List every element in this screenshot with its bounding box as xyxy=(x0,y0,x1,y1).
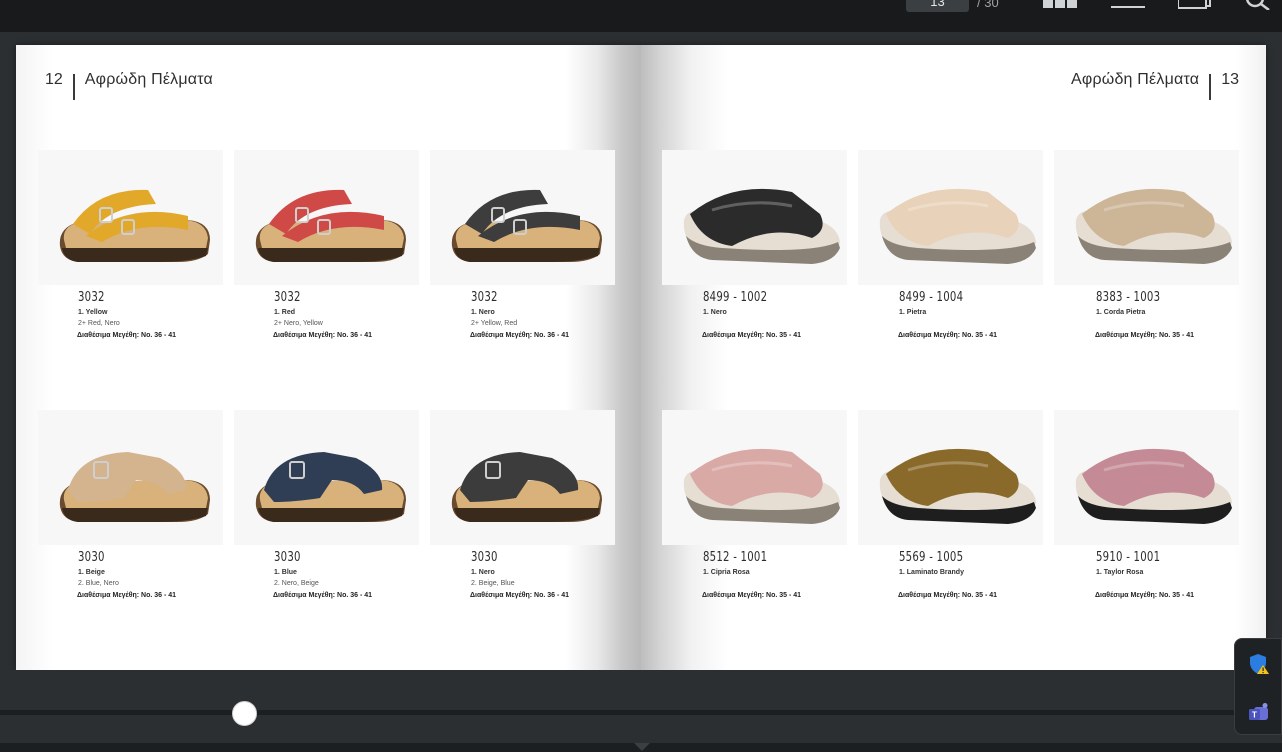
primary-color: 1. Corda Pietra xyxy=(1096,309,1146,316)
available-sizes: Διαθέσιμα Μεγέθη: No. 35 - 41 xyxy=(898,592,998,599)
available-sizes: Διαθέσιμα Μεγέθη: No. 35 - 41 xyxy=(898,332,998,339)
product-code: 3032 xyxy=(78,290,105,305)
product-colors: 1. Red 2+ Nero, Yellow xyxy=(274,307,323,329)
product-colors: 1. Nero 2. Beige, Blue xyxy=(471,567,515,589)
product-code: 8499 - 1002 xyxy=(703,290,768,305)
other-colors: 2. Nero, Beige xyxy=(274,580,319,587)
product-code: 3030 xyxy=(274,550,301,565)
svg-text:T: T xyxy=(1252,711,1257,720)
header-divider xyxy=(72,74,75,100)
taskbar-side-panel: T xyxy=(1234,638,1282,735)
header-divider xyxy=(1209,74,1212,100)
primary-color: 1. Pietra xyxy=(899,309,927,316)
product-colors: 1. Cipria Rosa xyxy=(703,567,750,578)
product-colors: 1. Beige 2. Blue, Nero xyxy=(78,567,119,589)
product-image[interactable] xyxy=(1054,150,1239,285)
product-image[interactable] xyxy=(858,410,1043,545)
product-colors: 1. Pietra xyxy=(899,307,926,318)
available-sizes: Διαθέσιμα Μεγέθη: No. 36 - 41 xyxy=(470,332,570,339)
available-sizes: Διαθέσιμα Μεγέθη: No. 36 - 41 xyxy=(273,592,373,599)
top-toolbar: 13 / 30 xyxy=(0,0,1282,32)
copy-icon[interactable] xyxy=(1178,0,1212,10)
page-header-right: Αφρώδη Πέλματα 13 xyxy=(1071,71,1239,100)
available-sizes: Διαθέσιμα Μεγέθη: No. 36 - 41 xyxy=(77,592,177,599)
product-code: 3030 xyxy=(471,550,498,565)
product-image[interactable] xyxy=(430,150,615,285)
primary-color: 1. Yellow xyxy=(78,309,108,316)
security-shield-icon[interactable] xyxy=(1248,653,1270,675)
product-image[interactable] xyxy=(1054,410,1239,545)
other-colors: 2. Blue, Nero xyxy=(78,580,119,587)
available-sizes: Διαθέσιμα Μεγέθη: No. 36 - 41 xyxy=(273,332,373,339)
product-image[interactable] xyxy=(234,410,419,545)
primary-color: 1. Nero xyxy=(471,309,495,316)
page-number: 12 xyxy=(45,71,63,88)
page-number: 13 xyxy=(1221,71,1239,88)
product-colors: 1. Yellow 2+ Red, Nero xyxy=(78,307,120,329)
primary-color: 1. Beige xyxy=(78,569,105,576)
available-sizes: Διαθέσιμα Μεγέθη: No. 35 - 41 xyxy=(1095,332,1195,339)
page-slider-thumb[interactable] xyxy=(232,701,257,726)
page-title: Αφρώδη Πέλματα xyxy=(1071,71,1200,88)
product-image[interactable] xyxy=(858,150,1043,285)
product-image[interactable] xyxy=(662,410,847,545)
product-code: 3032 xyxy=(471,290,498,305)
product-image[interactable] xyxy=(38,150,223,285)
grid-view-icon[interactable] xyxy=(1043,0,1077,10)
product-code: 8383 - 1003 xyxy=(1096,290,1161,305)
other-colors: 2. Beige, Blue xyxy=(471,580,515,587)
product-code: 8512 - 1001 xyxy=(703,550,768,565)
available-sizes: Διαθέσιμα Μεγέθη: No. 35 - 41 xyxy=(702,332,802,339)
available-sizes: Διαθέσιμα Μεγέθη: No. 35 - 41 xyxy=(1095,592,1195,599)
primary-color: 1. Nero xyxy=(703,309,727,316)
page-counter: 13 / 30 xyxy=(906,0,999,12)
product-colors: 1. Nero 2+ Yellow, Red xyxy=(471,307,517,329)
product-code: 8499 - 1004 xyxy=(899,290,964,305)
flipbook-viewer[interactable]: 12 Αφρώδη Πέλματα Αφρώδη Πέλματα 13 3032… xyxy=(16,45,1266,670)
page-number-input[interactable]: 13 xyxy=(906,0,969,12)
available-sizes: Διαθέσιμα Μεγέθη: No. 35 - 41 xyxy=(702,592,802,599)
product-colors: 1. Taylor Rosa xyxy=(1096,567,1143,578)
primary-color: 1. Laminato Brandy xyxy=(899,569,964,576)
page-title: Αφρώδη Πέλματα xyxy=(84,71,213,88)
available-sizes: Διαθέσιμα Μεγέθη: No. 36 - 41 xyxy=(77,332,177,339)
primary-color: 1. Nero xyxy=(471,569,495,576)
page-header-left: 12 Αφρώδη Πέλματα xyxy=(45,71,213,100)
product-image[interactable] xyxy=(430,410,615,545)
product-code: 5910 - 1001 xyxy=(1096,550,1161,565)
page-total: / 30 xyxy=(977,0,999,10)
teams-icon[interactable]: T xyxy=(1248,702,1270,724)
product-code: 3032 xyxy=(274,290,301,305)
search-icon[interactable] xyxy=(1245,0,1275,10)
list-view-icon[interactable] xyxy=(1111,0,1145,10)
primary-color: 1. Cipria Rosa xyxy=(703,569,750,576)
product-image[interactable] xyxy=(38,410,223,545)
primary-color: 1. Blue xyxy=(274,569,297,576)
product-code: 3030 xyxy=(78,550,105,565)
available-sizes: Διαθέσιμα Μεγέθη: No. 36 - 41 xyxy=(470,592,570,599)
product-colors: 1. Blue 2. Nero, Beige xyxy=(274,567,319,589)
primary-color: 1. Red xyxy=(274,309,296,316)
other-colors: 2+ Nero, Yellow xyxy=(274,320,323,327)
product-colors: 1. Laminato Brandy xyxy=(899,567,964,578)
primary-color: 1. Taylor Rosa xyxy=(1096,569,1144,576)
product-image[interactable] xyxy=(234,150,419,285)
product-colors: 1. Corda Pietra xyxy=(1096,307,1145,318)
product-code: 5569 - 1005 xyxy=(899,550,964,565)
product-image[interactable] xyxy=(662,150,847,285)
page-slider-track[interactable] xyxy=(0,710,1282,715)
product-colors: 1. Nero xyxy=(703,307,727,318)
other-colors: 2+ Yellow, Red xyxy=(471,320,518,327)
expand-thumbnails-icon[interactable] xyxy=(634,743,650,751)
other-colors: 2+ Red, Nero xyxy=(78,320,120,327)
